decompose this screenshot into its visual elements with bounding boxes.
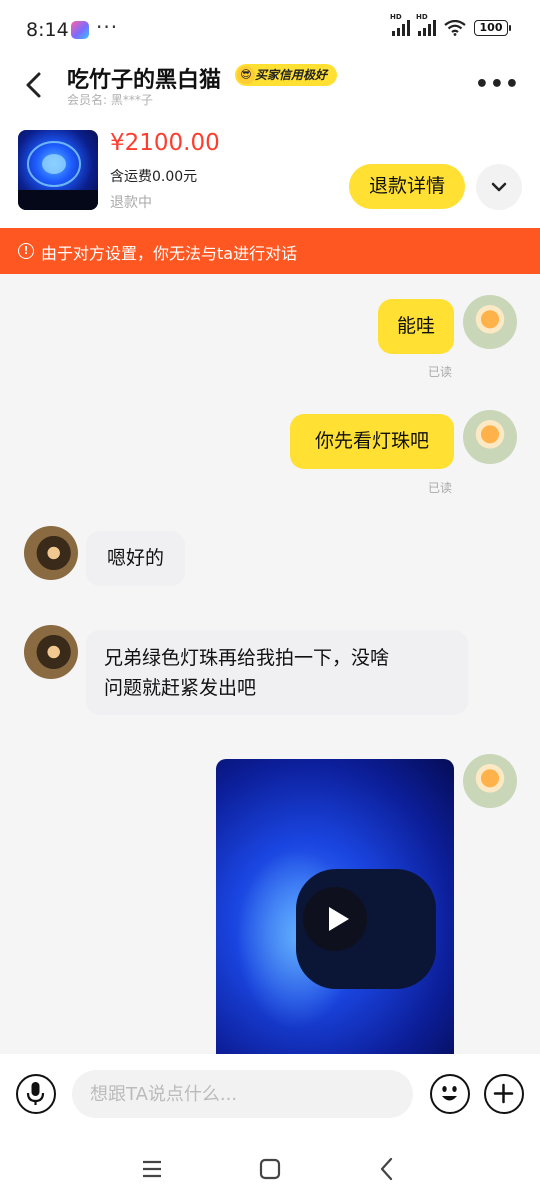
wifi-icon bbox=[444, 20, 466, 36]
my-avatar[interactable] bbox=[463, 754, 517, 808]
menu-icon[interactable] bbox=[137, 1154, 167, 1184]
signal-icon: HD bbox=[390, 13, 410, 36]
back-icon[interactable] bbox=[22, 70, 48, 100]
input-bar bbox=[0, 1054, 540, 1140]
home-icon[interactable] bbox=[255, 1154, 285, 1184]
contact-avatar[interactable] bbox=[24, 526, 78, 580]
play-icon[interactable] bbox=[303, 887, 367, 951]
app-notification-icon bbox=[71, 21, 89, 39]
plus-icon[interactable] bbox=[484, 1074, 524, 1114]
chevron-down-icon bbox=[491, 182, 507, 192]
message-bubble-outgoing[interactable]: 你先看灯珠吧 bbox=[290, 414, 454, 469]
expand-button[interactable] bbox=[476, 164, 522, 210]
member-name: 黑***子 bbox=[110, 93, 153, 107]
chat-title: 吃竹子的黑白猫 bbox=[67, 68, 222, 93]
status-right: HD HD 100 bbox=[390, 13, 511, 36]
system-nav-bar bbox=[0, 1140, 540, 1200]
credit-badge-label: 买家信用极好 bbox=[255, 68, 328, 82]
shipping-info: 含运费0.00元 bbox=[110, 169, 198, 185]
message-line: 问题就赶紧发出吧 bbox=[104, 677, 257, 699]
notice-bar: ! 由于对方设置，你无法与ta进行对话 bbox=[0, 228, 540, 274]
order-card[interactable]: ¥2100.00 含运费0.00元 退款中 退款详情 bbox=[0, 114, 540, 228]
my-avatar[interactable] bbox=[463, 295, 517, 349]
cool-face-icon: 😎 bbox=[237, 66, 255, 84]
signal-icon-2: HD bbox=[416, 13, 436, 36]
battery-icon: 100 bbox=[474, 20, 511, 36]
message-bubble-incoming[interactable]: 嗯好的 bbox=[86, 531, 185, 586]
member-line: 会员名: 黑***子 bbox=[67, 91, 153, 108]
video-message[interactable] bbox=[216, 759, 454, 1054]
message-input[interactable] bbox=[72, 1070, 413, 1118]
alert-icon: ! bbox=[18, 243, 34, 259]
refund-status: 退款中 bbox=[110, 195, 152, 211]
my-avatar[interactable] bbox=[463, 410, 517, 464]
message-bubble-outgoing[interactable]: 能哇 bbox=[378, 299, 454, 354]
microphone-icon[interactable] bbox=[16, 1074, 56, 1114]
message-line: 兄弟绿色灯珠再给我拍一下，没啥 bbox=[104, 647, 390, 669]
more-notifications-icon: ··· bbox=[96, 15, 119, 39]
message-bubble-incoming[interactable]: 兄弟绿色灯珠再给我拍一下，没啥 问题就赶紧发出吧 bbox=[86, 630, 468, 715]
emoji-icon[interactable] bbox=[430, 1074, 470, 1114]
notice-text: 由于对方设置，你无法与ta进行对话 bbox=[41, 244, 298, 263]
refund-details-button[interactable]: 退款详情 bbox=[349, 164, 465, 209]
status-time: 8:14 bbox=[26, 19, 69, 41]
back-nav-icon[interactable] bbox=[372, 1154, 402, 1184]
contact-avatar[interactable] bbox=[24, 625, 78, 679]
credit-badge: 😎 买家信用极好 bbox=[235, 64, 338, 86]
order-price: ¥2100.00 bbox=[110, 130, 220, 156]
more-options-icon[interactable]: ••• bbox=[475, 72, 520, 97]
read-receipt: 已读 bbox=[428, 365, 453, 379]
member-label: 会员名: bbox=[67, 93, 108, 107]
read-receipt: 已读 bbox=[428, 481, 453, 495]
status-bar: 8:14 ··· HD HD 100 bbox=[0, 0, 540, 62]
chat-header: 吃竹子的黑白猫 😎 买家信用极好 会员名: 黑***子 ••• bbox=[0, 62, 540, 114]
product-thumbnail[interactable] bbox=[18, 130, 98, 210]
